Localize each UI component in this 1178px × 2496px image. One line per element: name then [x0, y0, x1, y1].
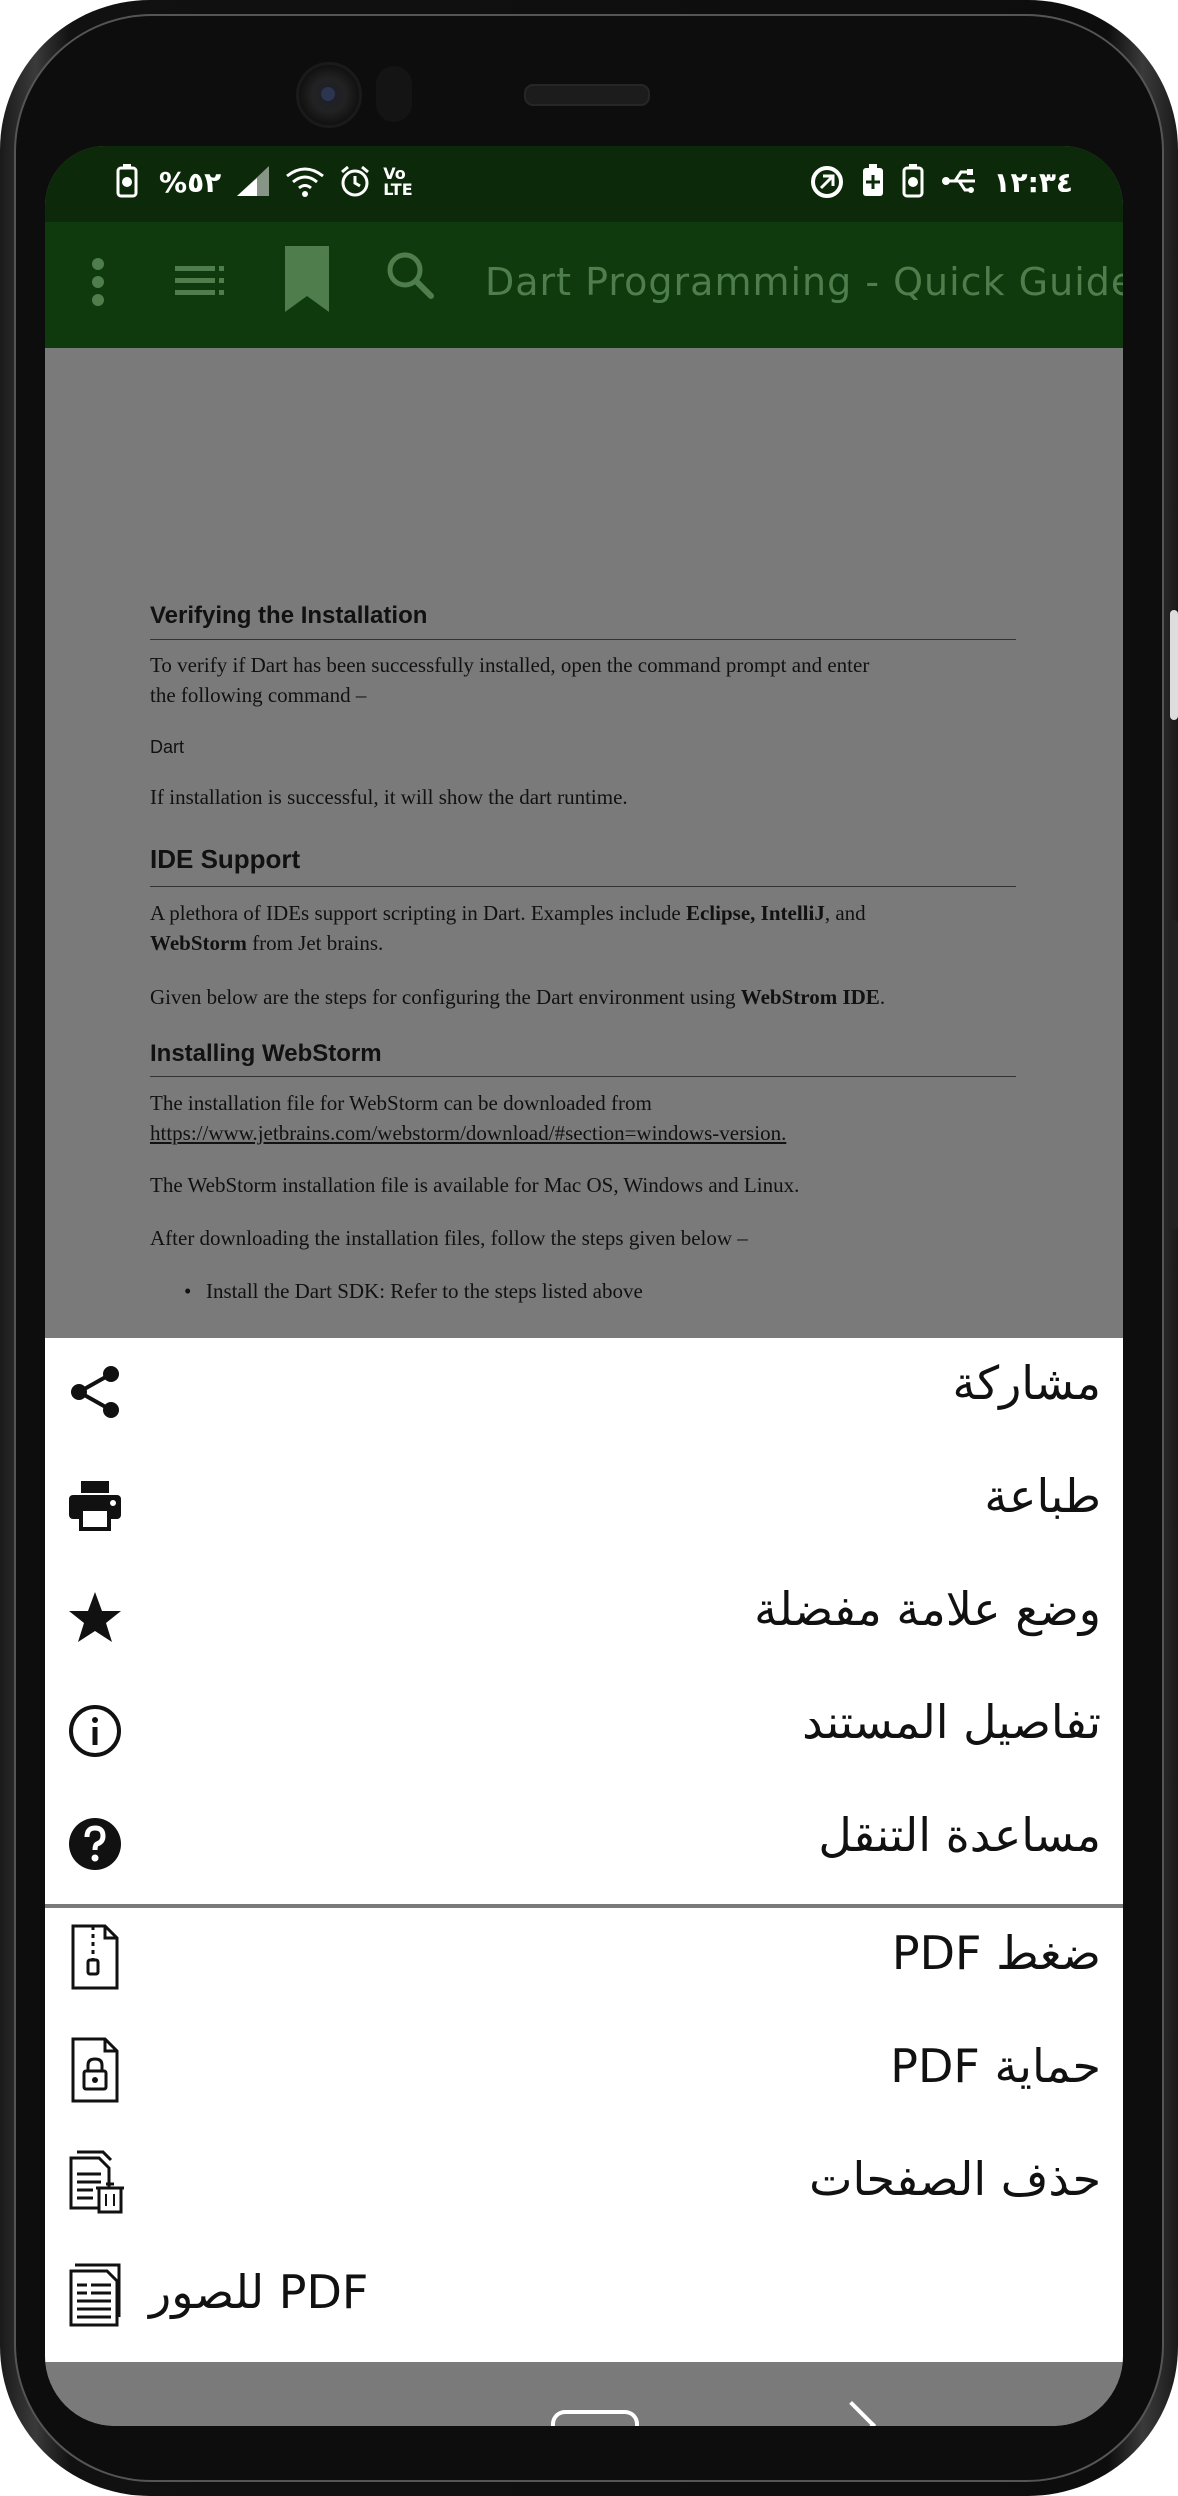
- menu-item-label: PDF للصور: [149, 2265, 369, 2319]
- home-button[interactable]: [551, 2410, 639, 2426]
- webstorm-download-link[interactable]: https://www.jetbrains.com/webstorm/downl…: [150, 1118, 1016, 1148]
- menu-item-label: حذف الصفحات: [809, 2152, 1101, 2206]
- menu-item-document-details[interactable]: تفاصيل المستند: [45, 1677, 1123, 1789]
- code-dart: Dart: [150, 737, 185, 757]
- heading-rule: [150, 886, 1016, 887]
- menu-item-delete-pages[interactable]: حذف الصفحات: [45, 2134, 1123, 2246]
- paragraph-runtime: If installation is successful, it will s…: [150, 785, 628, 809]
- menu-item-label: مساعدة التنقل: [818, 1808, 1101, 1862]
- menu-item-bookmark[interactable]: وضع علامة مفضلة: [45, 1564, 1123, 1676]
- pdf-document-view[interactable]: Verifying the Installation To verify if …: [45, 348, 1123, 1338]
- screen: %٥٢ Vo LTE ١٢:٣٤ Dart Programming - Quic…: [45, 146, 1123, 2426]
- paragraph-steps: Given below are the steps for configurin…: [150, 982, 1016, 1012]
- print-icon: [67, 1477, 123, 1533]
- battery-plus-icon: [861, 164, 885, 200]
- info-icon: [67, 1703, 123, 1759]
- menu-item-label: طباعة: [984, 1469, 1101, 1523]
- delete-pages-icon: [67, 2150, 124, 2216]
- proximity-sensor: [376, 66, 412, 122]
- side-button-upper: [1170, 610, 1178, 720]
- cell-signal-icon: [235, 164, 271, 200]
- alarm-icon: [339, 164, 370, 200]
- heading-verifying-installation: Verifying the Installation: [150, 602, 428, 629]
- text-run: , and: [824, 901, 866, 925]
- menu-item-protect-pdf[interactable]: حماية PDF: [45, 2021, 1123, 2133]
- list-item-text: Install the Dart SDK: Refer to the steps…: [206, 1279, 643, 1303]
- pdf-to-images-icon: [67, 2263, 131, 2329]
- paragraph-download: The installation file for WebStorm can b…: [150, 1088, 1016, 1148]
- toolbar-title: Dart Programming - Quick Guide: [485, 260, 1123, 304]
- text-run: from Jet brains.: [246, 931, 384, 955]
- heading-ide-support: IDE Support: [150, 844, 301, 874]
- heading-installing-webstorm: Installing WebStorm: [150, 1040, 382, 1067]
- text-run-bold: WebStrom IDE: [740, 985, 880, 1009]
- more-vert-icon[interactable]: [91, 256, 105, 312]
- paragraph-verify-line2: the following command –: [150, 683, 367, 707]
- menu-item-navigation-help[interactable]: مساعدة التنقل: [45, 1790, 1123, 1902]
- zip-file-icon: [67, 1924, 123, 1990]
- text-run: A plethora of IDEs support scripting in …: [150, 901, 686, 925]
- menu-item-print[interactable]: طباعة: [45, 1451, 1123, 1563]
- paragraph-availability: The WebStorm installation file is availa…: [150, 1173, 800, 1197]
- paragraph-verify-line1: To verify if Dart has been successfully …: [150, 653, 870, 677]
- help-icon: [67, 1816, 123, 1872]
- list-icon[interactable]: [175, 264, 225, 302]
- lock-file-icon: [67, 2037, 123, 2103]
- menu-item-share[interactable]: مشاركة: [45, 1338, 1123, 1450]
- usb-icon: [941, 164, 977, 200]
- clock: ١٢:٣٤: [993, 165, 1073, 199]
- text-run: .: [879, 985, 886, 1009]
- menu-item-label: تفاصيل المستند: [802, 1695, 1101, 1749]
- paragraph-ides: A plethora of IDEs support scripting in …: [150, 898, 1016, 958]
- volte-indicator: Vo LTE: [383, 166, 412, 198]
- menu-item-label: مشاركة: [952, 1356, 1101, 1410]
- app-toolbar: Dart Programming - Quick Guide: [45, 222, 1123, 348]
- bookmark-icon[interactable]: [285, 246, 329, 316]
- paragraph-verify: To verify if Dart has been successfully …: [150, 650, 1016, 710]
- paragraph-ides-line1: A plethora of IDEs support scripting in …: [150, 898, 1016, 928]
- bullet: •: [184, 1279, 192, 1303]
- search-icon[interactable]: [385, 250, 435, 304]
- earpiece-speaker: [524, 84, 650, 106]
- front-camera: [296, 62, 362, 128]
- volte-bottom: LTE: [383, 180, 413, 199]
- back-gesture-icon[interactable]: [827, 2400, 877, 2426]
- battery-saver-icon: [115, 164, 145, 200]
- system-navigation-bar: [45, 2362, 1123, 2426]
- text-run-bold: Eclipse, IntelliJ: [685, 901, 825, 925]
- data-saver-icon: [809, 164, 845, 200]
- menu-item-label: وضع علامة مفضلة: [754, 1582, 1101, 1636]
- text-run-bold: WebStorm: [150, 931, 247, 955]
- options-bottom-sheet: مشاركة طباعة وضع علامة مفضلة تفاصيل المس…: [45, 1338, 1123, 2362]
- heading-rule: [150, 1076, 1016, 1077]
- side-button-lower: [1168, 920, 1178, 1230]
- text-run: Given below are the steps for configurin…: [150, 985, 741, 1009]
- list-item: • Install the Dart SDK: Refer to the ste…: [184, 1276, 1006, 1306]
- status-bar: %٥٢ Vo LTE ١٢:٣٤: [45, 146, 1123, 222]
- share-icon: [67, 1364, 123, 1420]
- menu-item-pdf-to-images[interactable]: PDF للصور: [45, 2247, 1123, 2359]
- heading-rule: [150, 639, 1016, 640]
- star-icon: [67, 1590, 123, 1646]
- menu-item-label: ضغط PDF: [891, 1926, 1101, 1980]
- paragraph-download-line1: The installation file for WebStorm can b…: [150, 1091, 652, 1115]
- menu-item-label: حماية PDF: [890, 2039, 1101, 2093]
- paragraph-ides-line2: WebStorm from Jet brains.: [150, 928, 1016, 958]
- paragraph-after-download: After downloading the installation files…: [150, 1226, 748, 1250]
- battery-percent: %٥٢: [159, 165, 222, 199]
- battery-sync-icon: [901, 164, 925, 200]
- wifi-icon: [285, 164, 325, 200]
- phone-frame: %٥٢ Vo LTE ١٢:٣٤ Dart Programming - Quic…: [0, 0, 1178, 2496]
- menu-item-compress-pdf[interactable]: ضغط PDF: [45, 1908, 1123, 2020]
